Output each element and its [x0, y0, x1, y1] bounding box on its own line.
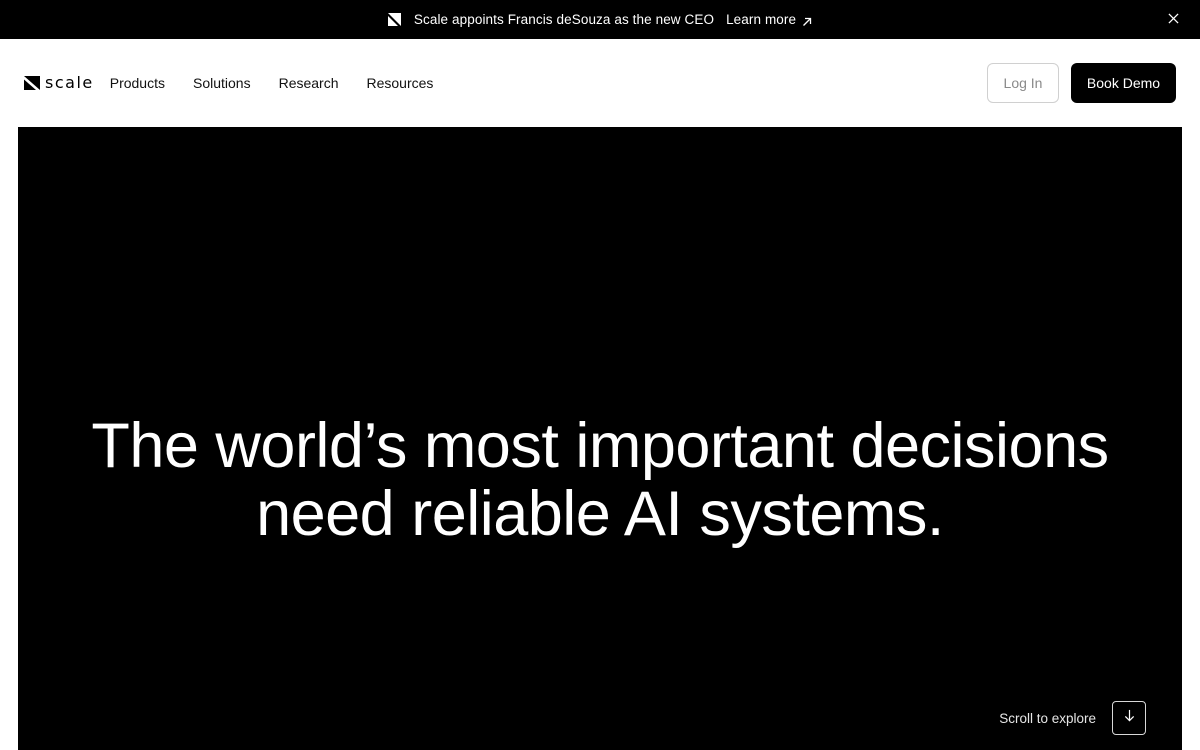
announcement-message: Scale appoints Francis deSouza as the ne…: [413, 12, 715, 27]
nav-item-research[interactable]: Research: [279, 75, 339, 91]
hero-headline-line-1: The world’s most important decisions: [91, 411, 1109, 481]
nav-menu: Products Solutions Research Resources: [110, 75, 462, 91]
hero-section: The world’s most important decisions nee…: [18, 127, 1182, 750]
nav-item-solutions[interactable]: Solutions: [193, 75, 251, 91]
nav-item-products[interactable]: Products: [110, 75, 165, 91]
book-demo-button[interactable]: Book Demo: [1071, 63, 1176, 103]
hero-headline: The world’s most important decisions nee…: [18, 412, 1182, 548]
arrow-up-right-icon: [802, 15, 812, 26]
scale-logo-icon: [24, 76, 40, 90]
scroll-label: Scroll to explore: [999, 710, 1096, 726]
brand-wordmark: scale: [45, 73, 94, 92]
learn-more-label: Learn more: [726, 12, 797, 27]
scroll-to-explore[interactable]: Scroll to explore: [999, 701, 1146, 735]
nav-actions: Log In Book Demo: [987, 63, 1176, 103]
login-button[interactable]: Log In: [987, 63, 1059, 103]
arrow-down-icon: [1123, 709, 1136, 727]
learn-more-link[interactable]: Learn more: [726, 12, 812, 27]
nav-item-resources[interactable]: Resources: [367, 75, 434, 91]
hero-headline-line-2: need reliable AI systems.: [256, 479, 944, 549]
announcement-bar: Scale appoints Francis deSouza as the ne…: [0, 0, 1200, 39]
close-announcement-button[interactable]: [1166, 12, 1180, 26]
brand-logo-link[interactable]: scale: [24, 75, 94, 91]
scale-logo-icon: [387, 13, 401, 26]
main-nav: scale Products Solutions Research Resour…: [0, 39, 1200, 127]
scroll-down-button[interactable]: [1112, 701, 1146, 735]
close-icon: [1167, 12, 1179, 27]
